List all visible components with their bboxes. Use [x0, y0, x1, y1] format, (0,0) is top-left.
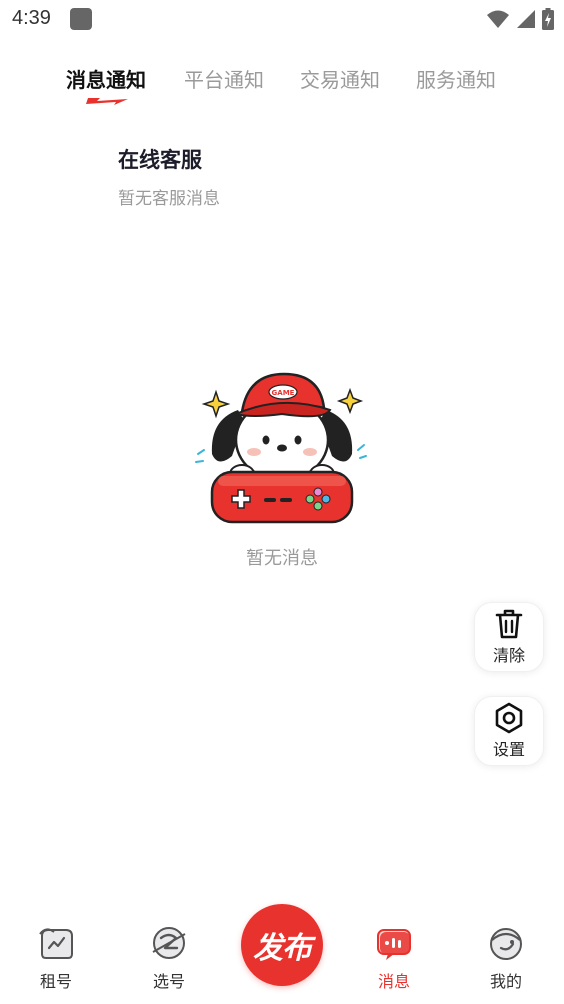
cap-badge-text: GAME [272, 389, 295, 397]
clear-button-label: 清除 [492, 646, 525, 665]
nav-item-message[interactable]: 消息 [354, 924, 434, 992]
online-support-item[interactable]: 在线客服 暂无客服消息 [118, 144, 418, 214]
settings-button-label: 设置 [492, 740, 525, 759]
status-indicators [486, 8, 554, 30]
notification-tabs: 消息通知 平台通知 交易通知 服务通知 [0, 60, 564, 108]
nav-label-profile: 我的 [489, 972, 522, 991]
nav-label-rent: 租号 [39, 972, 72, 991]
nav-label-message: 消息 [377, 972, 410, 991]
nav-item-rent[interactable]: 租号 [16, 924, 96, 992]
support-title: 在线客服 [118, 148, 202, 172]
publish-button-label: 发布 [253, 931, 312, 966]
empty-state-text: 暂无消息 [246, 548, 318, 569]
status-time: 4:39 [12, 7, 51, 29]
message-icon [377, 929, 411, 960]
wifi-icon [487, 10, 509, 28]
nav-label-select: 选号 [152, 972, 185, 991]
support-subtitle: 暂无客服消息 [118, 189, 220, 209]
tab-platform-notice[interactable]: 平台通知 [184, 64, 264, 93]
bottom-navigation: 租号 选号 发布 消息 我的 [0, 900, 564, 1004]
publish-button[interactable]: 发布 [241, 904, 323, 986]
tab-trade-notice[interactable]: 交易通知 [300, 64, 380, 93]
active-tab-indicator [86, 98, 128, 105]
select-icon [152, 927, 186, 959]
profile-icon [490, 928, 522, 960]
hexagon-settings-icon [495, 702, 523, 734]
app-notification-icon [70, 8, 92, 30]
status-bar: 4:39 [0, 0, 564, 38]
nav-item-profile[interactable]: 我的 [466, 924, 546, 992]
empty-mascot-illustration: GAME [195, 372, 367, 524]
cellular-signal-icon [517, 10, 535, 28]
tab-message-notice[interactable]: 消息通知 [66, 64, 146, 93]
trash-icon [495, 609, 523, 639]
rent-icon [39, 928, 73, 959]
battery-icon [542, 8, 554, 30]
clear-button[interactable]: 清除 [474, 602, 544, 672]
settings-button[interactable]: 设置 [474, 696, 544, 766]
tab-service-notice[interactable]: 服务通知 [416, 64, 496, 93]
nav-item-select[interactable]: 选号 [129, 924, 209, 992]
